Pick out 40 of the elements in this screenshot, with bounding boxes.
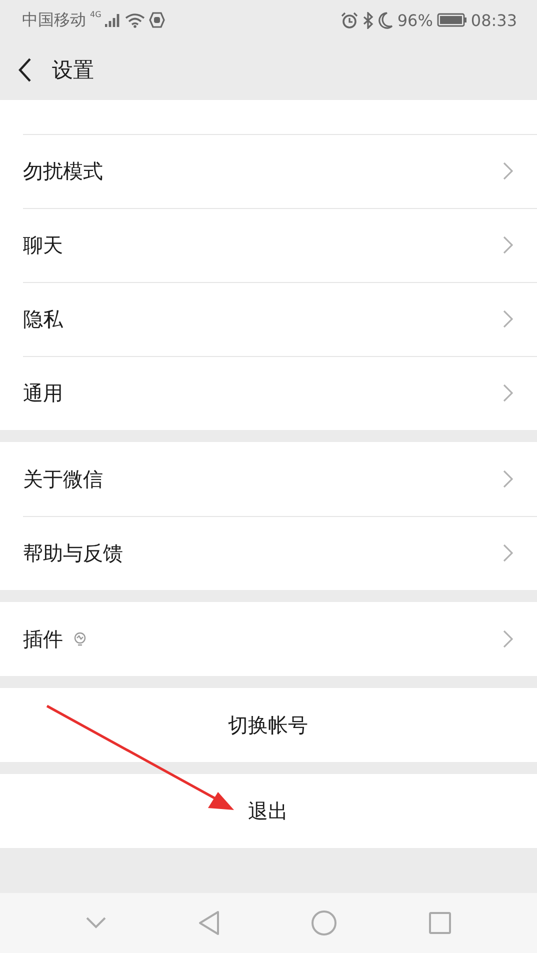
chevron-icon <box>503 384 513 402</box>
bulb-icon <box>73 630 87 648</box>
chevron-icon <box>503 162 513 180</box>
battery-icon <box>436 13 467 27</box>
item-label: 隐私 <box>23 306 63 332</box>
chevron-down-icon[interactable] <box>86 917 106 929</box>
back-button[interactable] <box>18 58 32 82</box>
signal-icon <box>105 12 122 28</box>
chevron-icon <box>503 470 513 488</box>
settings-item[interactable]: 通用 <box>0 356 537 430</box>
wifi-icon <box>125 12 146 28</box>
moon-icon <box>378 12 394 28</box>
battery-percent: 96% <box>397 10 433 30</box>
bluetooth-icon <box>362 12 374 28</box>
action-button[interactable]: 退出 <box>0 774 537 848</box>
item-label: 帮助与反馈 <box>23 540 123 566</box>
chevron-icon <box>503 630 513 648</box>
chevron-icon <box>503 236 513 254</box>
item-label: 通用 <box>23 380 63 406</box>
home-circle-icon[interactable] <box>311 910 338 936</box>
page-title: 设置 <box>52 57 94 84</box>
settings-item[interactable]: 勿扰模式 <box>0 134 537 208</box>
chevron-icon <box>503 310 513 328</box>
item-label: 插件 <box>23 626 63 652</box>
item-label: 勿扰模式 <box>23 158 103 184</box>
clock-time: 08:33 <box>470 10 517 30</box>
alarm-icon <box>341 12 358 28</box>
settings-item[interactable]: 聊天 <box>0 208 537 282</box>
item-label: 关于微信 <box>23 466 103 492</box>
settings-item[interactable]: 插件 <box>0 602 537 676</box>
settings-item[interactable]: 隐私 <box>0 282 537 356</box>
settings-item[interactable]: 帮助与反馈 <box>0 516 537 590</box>
back-triangle-icon[interactable] <box>198 910 220 936</box>
settings-item[interactable]: 关于微信 <box>0 442 537 516</box>
carrier-name: 中国移动 <box>22 10 86 30</box>
action-button[interactable]: 切换帐号 <box>0 688 537 762</box>
item-label: 聊天 <box>23 232 63 258</box>
chevron-icon <box>503 544 513 562</box>
square-icon[interactable] <box>429 912 452 934</box>
network-type: 4G <box>90 10 102 19</box>
